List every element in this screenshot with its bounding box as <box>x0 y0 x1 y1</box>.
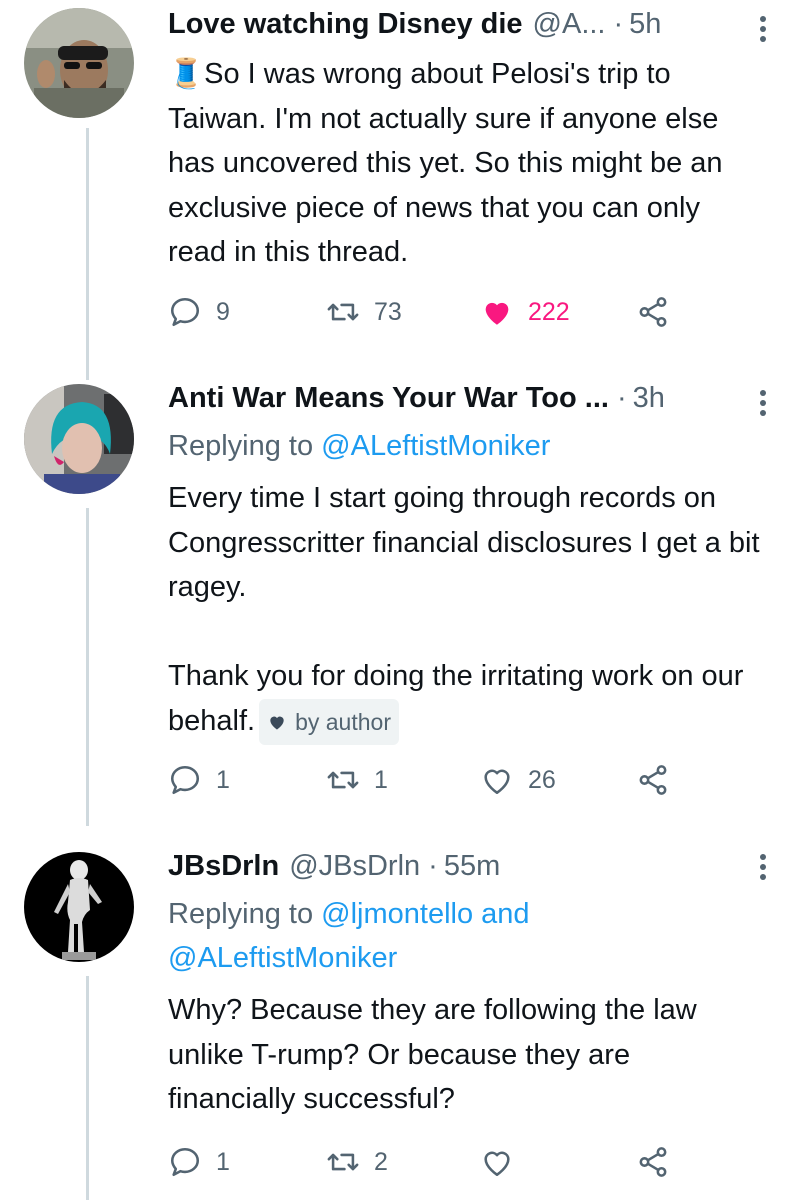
share-icon <box>639 765 667 795</box>
more-icon[interactable] <box>760 854 766 884</box>
share-button[interactable] <box>636 760 684 800</box>
tweet-text: Every time I start going through records… <box>168 476 764 745</box>
separator-dot: · <box>428 850 438 882</box>
heart-badge-icon <box>270 716 284 730</box>
tweet-text: 🧵So I was wrong about Pelosi's trip to T… <box>168 58 723 268</box>
retweet-button[interactable]: 1 <box>326 760 388 800</box>
reply-button[interactable]: 1 <box>168 1142 230 1182</box>
separator-dot: · <box>616 382 627 414</box>
reply-icon <box>170 1147 200 1177</box>
like-icon <box>484 1151 510 1177</box>
tweet-paragraph: Every time I start going through records… <box>168 482 760 603</box>
display-name[interactable]: Anti War Means Your War Too ... <box>168 382 609 415</box>
timestamp[interactable]: 3h <box>633 382 665 415</box>
avatar[interactable] <box>24 852 134 962</box>
tweet[interactable]: Anti War Means Your War Too ... · 3h Rep… <box>0 380 794 820</box>
retweet-count: 1 <box>374 765 388 794</box>
badge-label: by author <box>295 708 391 735</box>
like-button[interactable]: 222 <box>480 292 570 332</box>
replying-label: Replying to <box>168 430 322 462</box>
retweet-count: 2 <box>374 1147 388 1176</box>
replying-label: Replying to <box>168 898 322 930</box>
retweet-button[interactable]: 73 <box>326 292 402 332</box>
like-icon <box>484 769 510 795</box>
tweet-header: Anti War Means Your War Too ... · 3h <box>168 382 754 422</box>
reply-button[interactable]: 1 <box>168 760 230 800</box>
tweet-paragraph-text: Thank you for doing the irritating work … <box>168 660 744 737</box>
reply-icon <box>170 765 200 795</box>
retweet-icon <box>327 303 359 321</box>
like-count: 26 <box>528 765 556 794</box>
user-handle[interactable]: @A... <box>533 8 606 41</box>
reply-button[interactable]: 9 <box>168 292 230 332</box>
share-button[interactable] <box>636 292 684 332</box>
tweet-actions: 1 2 <box>168 1142 688 1182</box>
timestamp[interactable]: 5h <box>629 8 661 41</box>
retweet-icon <box>327 1153 359 1171</box>
reply-count: 9 <box>216 297 230 326</box>
tweet-header: JBsDrln @JBsDrln · 55m <box>168 850 754 890</box>
more-icon[interactable] <box>760 390 766 420</box>
avatar[interactable] <box>24 8 134 118</box>
liked-by-author-badge: by author <box>259 698 399 745</box>
separator-dot: · <box>613 8 624 40</box>
tweet[interactable]: JBsDrln @JBsDrln · 55m Replying to @ljmo… <box>0 848 794 1200</box>
user-handle[interactable]: @JBsDrln <box>289 850 420 883</box>
share-button[interactable] <box>636 1142 684 1182</box>
tweet-actions: 1 1 26 <box>168 760 688 800</box>
tweet-text: Why? Because they are following the law … <box>168 994 697 1115</box>
mention-link[interactable]: @ljmontello <box>321 898 473 930</box>
mention-link[interactable]: @ALeftistMoniker <box>321 430 550 462</box>
display-name[interactable]: Love watching Disney die <box>168 8 523 41</box>
replying-and: and <box>473 898 530 930</box>
tweet-header: Love watching Disney die @A... · 5h <box>168 8 754 48</box>
like-icon <box>485 302 509 325</box>
tweet-actions: 9 73 222 <box>168 292 688 332</box>
replying-to: Replying to @ljmontello and @ALeftistMon… <box>168 892 530 980</box>
reply-count: 1 <box>216 765 230 794</box>
share-icon <box>639 1147 667 1177</box>
like-count: 222 <box>528 297 570 326</box>
timestamp[interactable]: 55m <box>444 850 500 883</box>
reply-icon <box>170 297 200 327</box>
retweet-count: 73 <box>374 297 402 326</box>
tweet[interactable]: Love watching Disney die @A... · 5h 🧵So … <box>0 0 794 360</box>
retweet-icon <box>327 771 359 789</box>
like-button[interactable]: 26 <box>480 760 556 800</box>
replying-to: Replying to @ALeftistMoniker <box>168 424 550 468</box>
retweet-button[interactable]: 2 <box>326 1142 388 1182</box>
tweet-paragraph: Thank you for doing the irritating work … <box>168 654 764 745</box>
like-button[interactable] <box>480 1142 528 1182</box>
display-name[interactable]: JBsDrln <box>168 850 279 883</box>
more-icon[interactable] <box>760 16 766 46</box>
reply-count: 1 <box>216 1147 230 1176</box>
avatar[interactable] <box>24 384 134 494</box>
mention-link[interactable]: @ALeftistMoniker <box>168 942 397 974</box>
share-icon <box>639 297 667 327</box>
